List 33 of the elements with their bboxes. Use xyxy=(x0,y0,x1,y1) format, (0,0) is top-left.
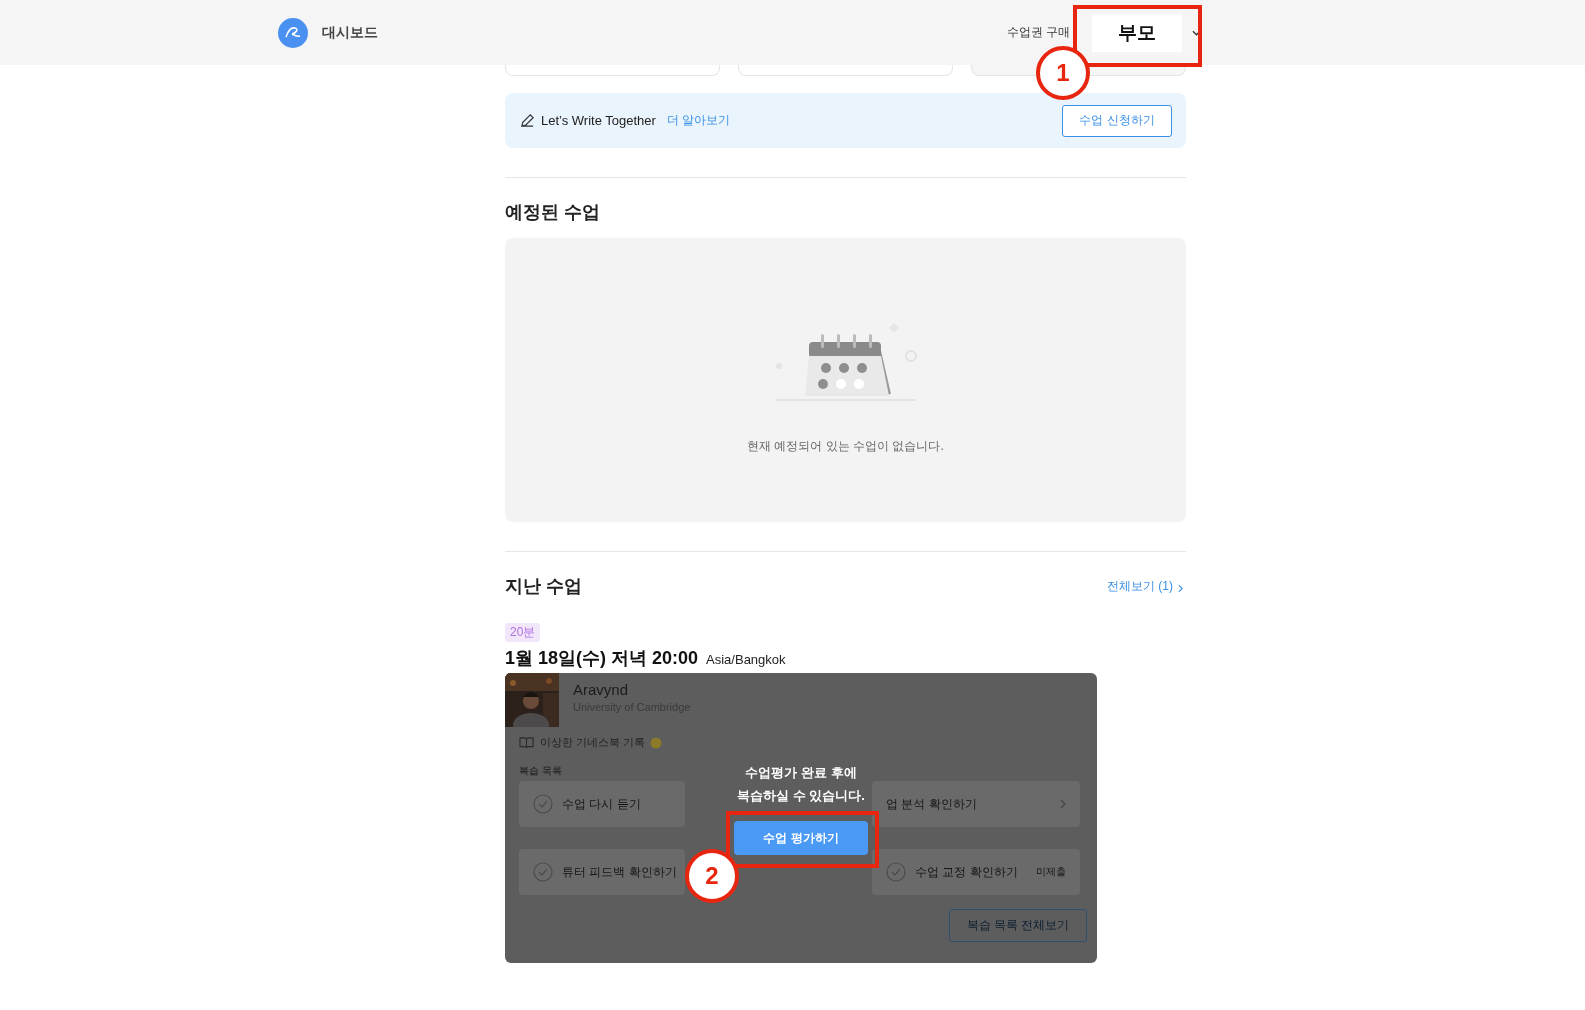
tutor-name: Aravynd xyxy=(573,681,630,698)
section-title: 지난 수업 xyxy=(505,575,582,598)
check-circle-icon xyxy=(533,794,553,814)
review-item[interactable]: 튜터 피드백 확인하기 xyxy=(519,849,685,895)
check-circle-icon xyxy=(886,862,906,882)
empty-message: 현재 예정되어 있는 수업이 없습니다. xyxy=(747,438,944,455)
review-item[interactable]: 업 분석 확인하기 xyxy=(872,781,1080,827)
chevron-right-icon xyxy=(1060,799,1066,809)
status-text: 미제출 xyxy=(1036,865,1066,879)
timezone: Asia/Bangkok xyxy=(706,652,786,667)
review-item[interactable]: 수업 교정 확인하기 미제출 xyxy=(872,849,1080,895)
lesson-date: 1월 18일(수) 저녁 20:00 xyxy=(505,647,699,670)
book-icon xyxy=(519,736,534,749)
page-title: 대시보드 xyxy=(322,23,378,42)
apply-button[interactable]: 수업 신청하기 xyxy=(1062,104,1172,137)
chevron-right-icon xyxy=(1178,584,1183,593)
review-all-button[interactable]: 복습 목록 전체보기 xyxy=(949,909,1087,942)
learn-more-link[interactable]: 더 알아보기 xyxy=(666,112,731,129)
smiley-icon xyxy=(650,736,663,749)
view-all-link[interactable]: 전체보기 (1) xyxy=(1107,578,1173,595)
logo-icon[interactable] xyxy=(278,17,308,48)
section-title: 예정된 수업 xyxy=(505,201,601,224)
pencil-icon xyxy=(520,113,535,128)
rate-lesson-button[interactable]: 수업 평가하기 xyxy=(734,821,868,855)
lock-message-dialog: 수업평가 완료 후에 복습하실 수 있습니다. xyxy=(737,761,865,807)
profile-button[interactable]: 부모 xyxy=(1092,13,1182,52)
banner-text: Let’s Write Together xyxy=(541,113,656,128)
review-item[interactable]: 수업 다시 듣기 xyxy=(519,781,685,827)
check-circle-icon xyxy=(533,862,553,882)
purchase-link[interactable]: 수업권 구매 xyxy=(1006,24,1070,41)
review-list-title: 복습 목록 xyxy=(519,764,562,778)
chevron-down-icon[interactable] xyxy=(1192,29,1201,36)
duration-badge: 20분 xyxy=(505,623,541,642)
